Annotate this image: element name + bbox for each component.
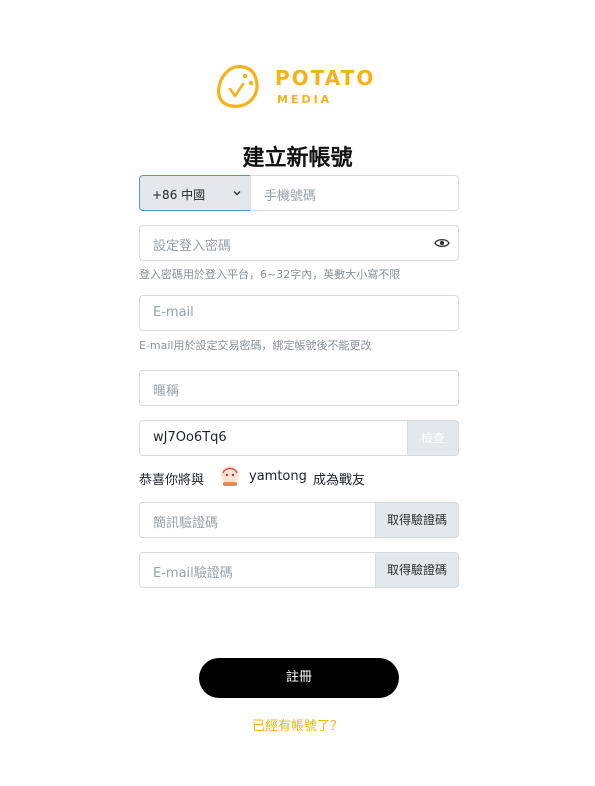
sms-code-input[interactable]: 簡訊驗證碼 bbox=[139, 502, 377, 538]
nickname-placeholder: 暱稱 bbox=[153, 384, 180, 399]
email-code-input[interactable]: E-mail驗證碼 bbox=[139, 552, 377, 588]
brand-logo: POTATO MEDIA bbox=[215, 62, 385, 112]
email-placeholder: E-mail bbox=[153, 305, 194, 320]
chevron-down-icon bbox=[233, 191, 241, 196]
invite-message-suffix: 成為戰友 bbox=[313, 473, 366, 488]
have-account-link[interactable]: 已經有帳號了？ bbox=[0, 715, 595, 734]
password-input[interactable]: 設定登入密碼 bbox=[139, 225, 459, 261]
get-email-code-button[interactable]: 取得驗證碼 bbox=[375, 552, 459, 588]
nickname-input[interactable]: 暱稱 bbox=[139, 370, 459, 406]
invite-code-value: wJ7Oo6Tq6 bbox=[153, 430, 227, 445]
invite-message-prefix: 恭喜你將與 bbox=[139, 473, 205, 488]
brand-subname: MEDIA bbox=[277, 93, 333, 106]
potato-mascot-icon bbox=[217, 65, 259, 108]
phone-input[interactable]: 手機號碼 bbox=[250, 175, 459, 211]
inviter-username: yamtong bbox=[249, 469, 307, 484]
email-code-placeholder: E-mail驗證碼 bbox=[153, 566, 233, 581]
inviter-avatar bbox=[221, 466, 239, 486]
brand-name: POTATO bbox=[275, 66, 376, 90]
password-placeholder: 設定登入密碼 bbox=[153, 239, 232, 254]
invite-code-input[interactable]: wJ7Oo6Tq6 bbox=[139, 420, 409, 456]
email-input[interactable]: E-mail bbox=[139, 295, 459, 331]
sms-code-placeholder: 簡訊驗證碼 bbox=[153, 516, 219, 531]
country-code-select[interactable]: +86 中國 bbox=[139, 175, 251, 211]
get-sms-code-button[interactable]: 取得驗證碼 bbox=[375, 502, 459, 538]
password-hint: 登入密碼用於登入平台，6~32字內，英數大小寫不限 bbox=[139, 268, 401, 281]
country-code-value: +86 中國 bbox=[152, 188, 206, 202]
page-title: 建立新帳號 bbox=[242, 146, 353, 171]
eye-icon[interactable] bbox=[434, 237, 450, 249]
register-button[interactable]: 註冊 bbox=[199, 658, 399, 698]
email-hint: E-mail用於設定交易密碼，綁定帳號後不能更改 bbox=[139, 339, 372, 352]
invite-check-button[interactable]: 檢查 bbox=[407, 420, 459, 456]
phone-placeholder: 手機號碼 bbox=[264, 189, 317, 204]
